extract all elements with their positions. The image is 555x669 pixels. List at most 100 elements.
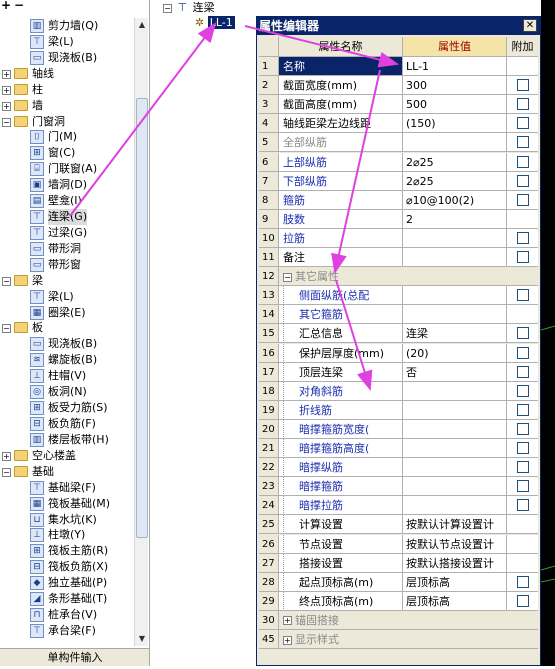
property-value-field[interactable]: 否 <box>403 362 507 382</box>
property-value-field[interactable] <box>403 458 507 478</box>
property-row[interactable]: 16 保护层厚度(mm) (20) <box>259 343 538 363</box>
property-value-field[interactable] <box>403 248 507 267</box>
property-value-field[interactable] <box>403 419 507 439</box>
expander-icon[interactable]: + <box>283 616 292 626</box>
property-value-field[interactable]: 500 <box>403 95 507 115</box>
tree-item[interactable]: + 柱 <box>0 82 134 98</box>
property-row[interactable]: 21 暗撑箍筋高度( <box>259 439 538 458</box>
property-value-field[interactable]: 连梁 <box>403 324 507 344</box>
property-group-row[interactable]: 30 + 锚固搭接 <box>259 610 538 630</box>
component-child-label[interactable]: LL-1 <box>207 16 235 29</box>
tree-item[interactable]: − 基础 <box>0 464 134 480</box>
property-value-field[interactable]: 2⌀25 <box>403 171 507 191</box>
expander-icon[interactable]: − <box>2 324 11 334</box>
property-value-field[interactable]: 2⌀25 <box>403 152 507 172</box>
attach-checkbox[interactable] <box>517 442 529 454</box>
property-row[interactable]: 26 节点设置 按默认节点设置计 <box>259 534 538 554</box>
property-value-field[interactable] <box>403 477 507 497</box>
tree-item[interactable]: ⌸ 门联窗(A) <box>0 161 134 177</box>
tree-item[interactable]: ⊤ 连梁(G) <box>0 209 134 226</box>
attach-checkbox[interactable] <box>517 174 529 187</box>
attach-checkbox[interactable] <box>517 79 529 92</box>
single-component-input-tab[interactable]: 单构件输入 <box>0 648 149 666</box>
tree-item[interactable]: + 轴线 <box>0 66 134 82</box>
property-value-field[interactable]: LL-1 <box>403 57 507 76</box>
property-row[interactable]: 23 暗撑箍筋 <box>259 477 538 497</box>
property-row[interactable]: 20 暗撑箍筋宽度( <box>259 419 538 439</box>
tree-item[interactable]: ⊤ 承台梁(F) <box>0 623 134 639</box>
tree-item[interactable]: ⊞ 窗(C) <box>0 145 134 161</box>
property-row[interactable]: 29 终点顶标高(m) 层顶标高 <box>259 591 538 611</box>
attach-checkbox[interactable] <box>517 461 529 474</box>
expander-icon[interactable]: − <box>2 467 11 477</box>
property-value-field[interactable] <box>403 496 507 516</box>
tree-item[interactable]: ◎ 板洞(N) <box>0 384 134 400</box>
property-value-field[interactable]: (20) <box>403 343 507 363</box>
property-row[interactable]: 10 拉筋 <box>259 228 538 248</box>
tree-item[interactable]: + 墙 <box>0 98 134 114</box>
tree-item[interactable]: ⌷ 门(M) <box>0 129 134 145</box>
tree-item[interactable]: ▭ 带形洞 <box>0 241 134 257</box>
scroll-up-arrow-icon[interactable]: ▲ <box>136 19 148 31</box>
tree-item[interactable]: ⊥ 柱帽(V) <box>0 368 134 384</box>
collapse-all-button[interactable]: − <box>14 0 24 12</box>
property-value-field[interactable] <box>403 305 507 325</box>
property-row[interactable]: 5 全部纵筋 <box>259 133 538 153</box>
attach-checkbox[interactable] <box>517 480 529 493</box>
tree-item[interactable]: − 板 <box>0 320 134 336</box>
attach-checkbox[interactable] <box>517 499 529 512</box>
property-value-field[interactable] <box>403 133 507 153</box>
tree-item[interactable]: − 梁 <box>0 273 134 289</box>
property-value-field[interactable] <box>403 439 507 458</box>
property-row[interactable]: 13 侧面纵筋(总配 <box>259 286 538 306</box>
tree-item[interactable]: ⊓ 桩承台(V) <box>0 607 134 623</box>
tree-item[interactable]: ◢ 条形基础(T) <box>0 591 134 607</box>
tree-item[interactable]: ⊤ 基础梁(F) <box>0 480 134 496</box>
property-row[interactable]: 17 顶层连梁 否 <box>259 362 538 382</box>
property-value-field[interactable]: 层顶标高 <box>403 591 507 611</box>
property-value-field[interactable] <box>403 400 507 420</box>
expander-icon[interactable]: − <box>2 276 11 286</box>
tree-item[interactable]: ▦ 筏板基础(M) <box>0 496 134 512</box>
property-row[interactable]: 18 对角斜筋 <box>259 381 538 401</box>
expander-icon[interactable]: − <box>283 272 292 282</box>
property-row[interactable]: 3 截面高度(mm) 500 <box>259 95 538 115</box>
close-icon[interactable]: ✕ <box>523 19 537 32</box>
attach-checkbox[interactable] <box>517 98 529 111</box>
attach-checkbox[interactable] <box>517 251 529 263</box>
property-row[interactable]: 27 搭接设置 按默认搭接设置计 <box>259 553 538 573</box>
property-value-field[interactable] <box>403 286 507 306</box>
tree-item[interactable]: − 门窗洞 <box>0 114 134 130</box>
attach-checkbox[interactable] <box>517 117 529 130</box>
property-value-field[interactable]: 按默认计算设置计 <box>403 515 507 535</box>
tree-item[interactable]: ▭ 现浇板(B) <box>0 336 134 352</box>
attach-checkbox[interactable] <box>517 231 529 244</box>
property-row[interactable]: 19 折线筋 <box>259 400 538 420</box>
property-row[interactable]: 22 暗撑纵筋 <box>259 458 538 478</box>
property-value-field[interactable]: 按默认搭接设置计 <box>403 553 507 573</box>
tree-item[interactable]: ⊥ 柱墩(Y) <box>0 527 134 543</box>
expander-icon[interactable]: + <box>2 451 11 461</box>
property-row[interactable]: 9 肢数 2 <box>259 209 538 229</box>
tree-item[interactable]: ⊟ 板负筋(F) <box>0 416 134 432</box>
property-group-row[interactable]: 12− 其它属性 <box>259 267 538 287</box>
property-row[interactable]: 7 下部纵筋 2⌀25 <box>259 171 538 191</box>
scroll-thumb[interactable] <box>136 98 148 538</box>
tree-item[interactable]: ▭ 带形窗 <box>0 257 134 273</box>
scroll-down-arrow-icon[interactable]: ▼ <box>136 633 148 645</box>
expander-icon[interactable]: + <box>2 85 11 95</box>
property-group-row[interactable]: 45 + 显示样式 <box>259 630 538 649</box>
tree-item[interactable]: ▭ 现浇板(B) <box>0 50 134 66</box>
property-row[interactable]: 8 箍筋 ⌀10@100(2) <box>259 190 538 210</box>
property-value-field[interactable]: 层顶标高 <box>403 572 507 592</box>
tree-item[interactable]: ≋ 螺旋板(B) <box>0 352 134 368</box>
property-value-field[interactable]: 300 <box>403 76 507 96</box>
property-row[interactable]: 25 计算设置 按默认计算设置计 <box>259 515 538 535</box>
property-value-field[interactable]: 按默认节点设置计 <box>403 534 507 554</box>
property-row[interactable]: 2 截面宽度(mm) 300 <box>259 76 538 96</box>
expander-icon[interactable]: − <box>163 3 172 13</box>
tree-item[interactable]: ⊤ 梁(L) <box>0 34 134 50</box>
attach-checkbox[interactable] <box>517 384 529 397</box>
tree-item[interactable]: ⊤ 梁(L) <box>0 289 134 305</box>
tree-item[interactable]: ◆ 独立基础(P) <box>0 575 134 591</box>
